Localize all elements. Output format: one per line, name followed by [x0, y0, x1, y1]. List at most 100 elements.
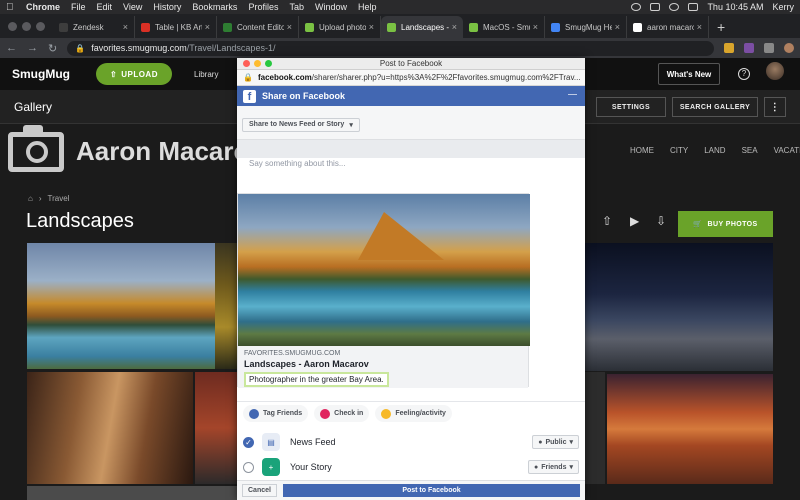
your-story-audience-dropdown[interactable]: ● Friends ▾ — [527, 460, 579, 474]
site-name[interactable]: Aaron Macaro — [76, 136, 249, 167]
close-window-icon[interactable] — [8, 21, 17, 31]
zoom-popup-icon[interactable] — [265, 60, 272, 67]
browser-tab[interactable]: Upload photos × — [299, 16, 381, 38]
settings-button[interactable]: SETTINGS — [596, 97, 666, 117]
gallery-photo[interactable] — [195, 372, 237, 484]
site-nav-home[interactable]: HOME — [630, 146, 654, 155]
gallery-photo[interactable] — [585, 372, 605, 484]
post-text-input[interactable]: Say something about this... — [249, 159, 346, 168]
avatar[interactable] — [766, 62, 784, 80]
back-icon[interactable]: ← — [6, 42, 17, 54]
gallery-photo[interactable] — [607, 374, 773, 484]
menubar-clock[interactable]: Thu 10:45 AM — [707, 2, 763, 12]
popup-url-bar[interactable]: 🔒 facebook.com /sharer/sharer.php?u=http… — [237, 70, 585, 86]
browser-tab[interactable]: Landscapes - A× — [381, 16, 463, 38]
close-tab-icon[interactable]: × — [123, 22, 128, 32]
extensions-puzzle-icon[interactable] — [764, 43, 774, 53]
menu-tab[interactable]: Tab — [289, 2, 304, 12]
share-target-dropdown[interactable]: Share to News Feed or Story ▾ — [242, 117, 360, 132]
apple-icon[interactable]:  — [6, 2, 16, 13]
battery-icon[interactable] — [688, 3, 699, 11]
browser-tab[interactable]: Content Editor × — [217, 16, 299, 38]
feeling-activity-button[interactable]: Feeling/activity — [375, 405, 452, 422]
home-icon[interactable]: ⌂ — [28, 194, 33, 203]
close-tab-icon[interactable]: × — [369, 22, 374, 32]
breadcrumb-travel[interactable]: Travel — [48, 194, 70, 203]
your-story-checkbox[interactable] — [243, 461, 254, 473]
link-preview-description[interactable]: Photographer in the greater Bay Area. — [244, 372, 389, 387]
screen-share-icon[interactable] — [650, 3, 661, 11]
extension-icon[interactable] — [744, 43, 754, 53]
link-preview-card[interactable]: FAVORITES.SMUGMUG.COM Landscapes - Aaron… — [237, 193, 530, 388]
chevron-down-icon[interactable]: — — [568, 89, 577, 99]
menu-file[interactable]: File — [71, 2, 86, 12]
share-icon[interactable]: ⇧ — [602, 214, 612, 228]
browser-tab[interactable]: Zendesk × — [53, 16, 135, 38]
new-tab-button[interactable]: + — [709, 16, 733, 38]
close-tab-icon[interactable]: × — [287, 22, 292, 32]
cancel-button[interactable]: Cancel — [242, 484, 277, 497]
site-nav-city[interactable]: CITY — [670, 146, 688, 155]
site-nav-vacation[interactable]: VACATION — [774, 146, 800, 155]
post-to-facebook-button[interactable]: Post to Facebook — [282, 484, 580, 497]
close-tab-icon[interactable]: × — [205, 22, 210, 32]
gallery-photo[interactable] — [27, 243, 215, 369]
whats-new-button[interactable]: What's New — [658, 63, 720, 85]
profile-avatar-icon[interactable] — [784, 43, 794, 53]
news-feed-checkbox[interactable]: ✓ — [243, 436, 254, 448]
zoom-window-icon[interactable] — [36, 21, 45, 31]
address-bar[interactable]: 🔒 favorites.smugmug.com /Travel/Landscap… — [67, 40, 714, 56]
nav-library[interactable]: Library — [194, 70, 218, 79]
link-preview-title: Landscapes - Aaron Macarov — [244, 359, 369, 369]
forward-icon[interactable]: → — [27, 42, 38, 54]
destination-your-story[interactable]: + Your Story ● Friends ▾ — [237, 454, 585, 480]
minimize-popup-icon[interactable] — [254, 60, 261, 67]
menu-view[interactable]: View — [123, 2, 142, 12]
check-in-button[interactable]: Check in — [314, 405, 370, 422]
menu-app-name[interactable]: Chrome — [26, 2, 60, 12]
camera-logo-icon[interactable] — [8, 125, 64, 172]
close-tab-icon[interactable]: × — [615, 22, 620, 32]
menu-bookmarks[interactable]: Bookmarks — [192, 2, 237, 12]
browser-tab[interactable]: aaron macarov× — [627, 16, 709, 38]
smugmug-logo[interactable]: SmugMug — [12, 67, 70, 81]
destination-news-feed[interactable]: ✓ ▤ News Feed ● Public ▾ — [237, 429, 585, 455]
site-nav-land[interactable]: LAND — [704, 146, 725, 155]
gallery-photo[interactable] — [27, 486, 237, 500]
close-tab-icon[interactable]: × — [533, 22, 538, 32]
search-gallery-button[interactable]: SEARCH GALLERY — [672, 97, 758, 117]
gallery-photo[interactable] — [27, 372, 193, 484]
news-feed-audience-dropdown[interactable]: ● Public ▾ — [532, 435, 579, 449]
share-target-bar: Share to News Feed or Story ▾ — [237, 106, 585, 140]
slideshow-play-icon[interactable]: ▶ — [630, 214, 639, 228]
menu-window[interactable]: Window — [315, 2, 347, 12]
browser-tab[interactable]: SmugMug Help× — [545, 16, 627, 38]
menubar-user[interactable]: Kerry — [772, 2, 794, 12]
gallery-photo[interactable] — [215, 243, 237, 369]
more-options-icon[interactable]: ⋮ — [764, 97, 786, 117]
menu-edit[interactable]: Edit — [97, 2, 113, 12]
close-tab-icon[interactable]: × — [452, 22, 457, 32]
download-icon[interactable]: ⇩ — [656, 214, 666, 228]
site-nav-sea[interactable]: SEA — [742, 146, 758, 155]
status-icon[interactable] — [631, 3, 642, 11]
menu-help[interactable]: Help — [358, 2, 377, 12]
buy-photos-button[interactable]: 🛒 BUY PHOTOS — [678, 211, 773, 237]
menu-history[interactable]: History — [153, 2, 181, 12]
extension-icon[interactable] — [724, 43, 734, 53]
tab-title: aaron macarov — [647, 22, 694, 32]
wifi-icon[interactable] — [669, 3, 680, 11]
browser-tab[interactable]: Table | KB Artic× — [135, 16, 217, 38]
gallery-photo[interactable] — [585, 243, 773, 371]
browser-tab[interactable]: MacOS - Smug× — [463, 16, 545, 38]
minimize-window-icon[interactable] — [22, 21, 31, 31]
close-tab-icon[interactable]: × — [697, 22, 702, 32]
tag-friends-button[interactable]: Tag Friends — [243, 405, 309, 422]
cart-icon: 🛒 — [693, 221, 703, 228]
reload-icon[interactable]: ↻ — [48, 42, 57, 55]
upload-button[interactable]: ⇧ UPLOAD — [96, 63, 172, 85]
popup-footer: Cancel Post to Facebook — [237, 480, 585, 500]
close-popup-icon[interactable] — [243, 60, 250, 67]
menu-profiles[interactable]: Profiles — [248, 2, 278, 12]
help-icon[interactable]: ? — [738, 68, 750, 80]
